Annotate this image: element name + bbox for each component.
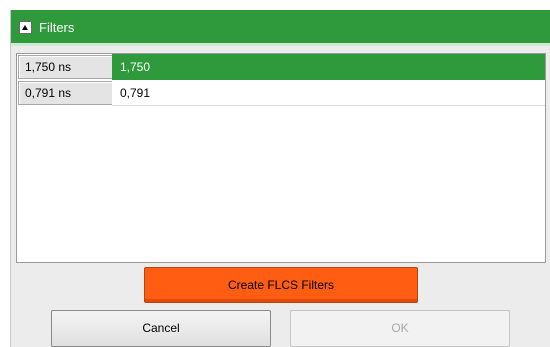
collapse-up-icon[interactable] xyxy=(19,21,32,34)
filter-value-cell[interactable]: 1,750 xyxy=(112,54,545,80)
filters-panel: Filters 1,750 ns 1,750 0,791 ns 0,791 Cr… xyxy=(10,10,550,347)
filter-value-cell[interactable]: 0,791 xyxy=(112,80,545,106)
filters-panel-header[interactable]: Filters xyxy=(11,10,550,46)
ok-button[interactable]: OK xyxy=(290,310,510,347)
panel-title: Filters xyxy=(39,20,75,35)
filter-key-cell[interactable]: 0,791 ns xyxy=(18,81,114,105)
filter-row[interactable]: 0,791 ns 0,791 xyxy=(17,80,545,106)
cancel-button[interactable]: Cancel xyxy=(51,310,271,347)
filter-key-cell[interactable]: 1,750 ns xyxy=(18,55,114,79)
filter-row[interactable]: 1,750 ns 1,750 xyxy=(17,54,545,80)
create-flcs-filters-button[interactable]: Create FLCS Filters xyxy=(144,267,418,303)
filters-list[interactable]: 1,750 ns 1,750 0,791 ns 0,791 xyxy=(16,53,546,263)
